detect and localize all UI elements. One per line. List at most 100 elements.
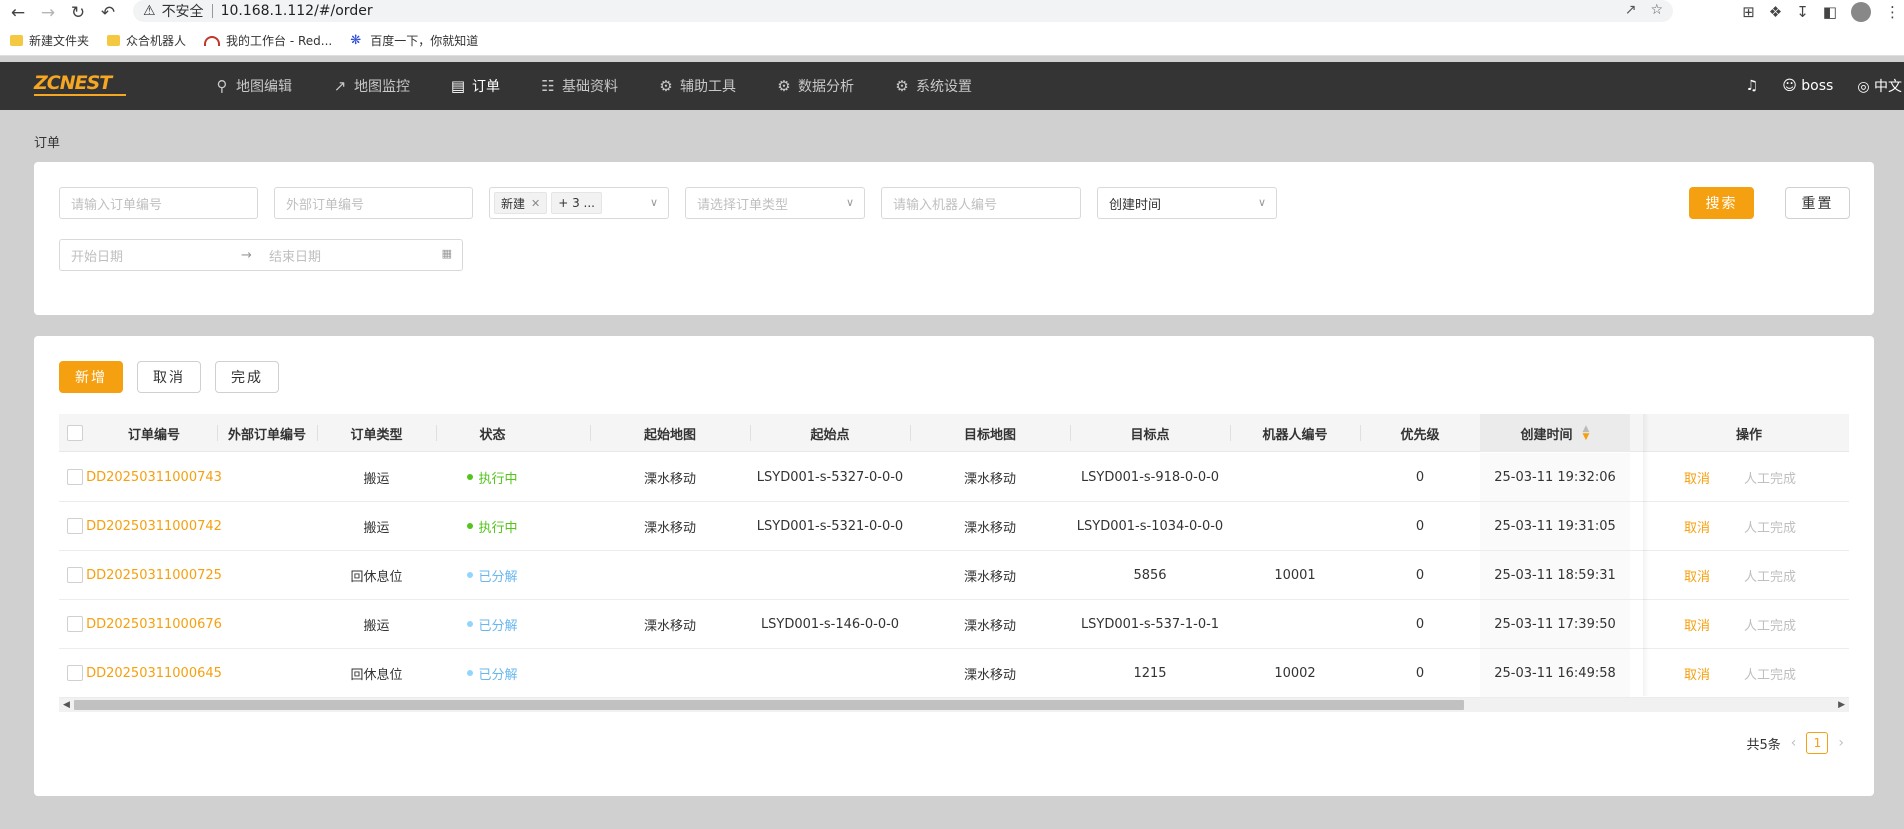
browser-toolbar: ← → ↻ ↶ ⚠ 不安全 10.168.1.112/#/order ↗ ☆ ⊞… (0, 0, 1904, 26)
row-manual-complete-link[interactable]: 人工完成 (1744, 566, 1796, 585)
back-icon[interactable]: ← (6, 1, 30, 25)
page-current[interactable]: 1 (1806, 732, 1829, 754)
cell-order-no: DD20250311000742 (86, 502, 222, 550)
order-no-input[interactable]: 请输入订单编号 (59, 187, 258, 219)
order-link[interactable]: DD20250311000676 (86, 617, 222, 632)
cell-order-type: 搬运 (363, 520, 390, 536)
start-date[interactable]: 开始日期 (71, 246, 241, 265)
gear-icon: ⚙ (777, 77, 791, 95)
close-icon[interactable]: ✕ (531, 197, 540, 210)
more-menu-icon[interactable]: ⋮ (1885, 3, 1900, 21)
sort-icon[interactable]: ▲ ▼ (1583, 425, 1590, 442)
folder-icon (10, 35, 23, 46)
bookmark-workbench[interactable]: 我的工作台 - Red... (204, 32, 332, 49)
order-link[interactable]: DD20250311000742 (86, 519, 222, 534)
col-priority: 优先级 (1400, 427, 1440, 443)
share-icon[interactable]: ↗ (1625, 2, 1637, 18)
scrollbar-thumb[interactable] (74, 700, 1464, 710)
scroll-left-icon[interactable]: ◀ (63, 698, 70, 712)
nav-settings[interactable]: ⚙ 系统设置 (894, 76, 972, 96)
cell-external-no (217, 453, 317, 501)
external-order-no-input[interactable]: 外部订单编号 (274, 187, 473, 219)
nav-base-data[interactable]: ☷ 基础资料 (540, 76, 618, 96)
extensions-icon[interactable]: ❖ (1769, 3, 1782, 21)
next-page-icon[interactable]: › (1838, 735, 1844, 751)
row-cancel-link[interactable]: 取消 (1684, 517, 1710, 536)
cell-status: 执行中 (436, 502, 549, 550)
nav-map-monitor[interactable]: ↗ 地图监控 (332, 76, 410, 96)
nav-map-edit[interactable]: ⚲ 地图编辑 (214, 76, 293, 96)
horizontal-scrollbar[interactable]: ◀ ▶ (59, 698, 1849, 712)
cell-actions: 取消 人工完成 (1649, 502, 1849, 550)
breadcrumb: 订单 (34, 136, 61, 151)
download-icon[interactable]: ↧ (1796, 3, 1809, 21)
profile-avatar[interactable] (1851, 2, 1871, 22)
bookmark-new-folder[interactable]: 新建文件夹 (10, 32, 89, 49)
row-manual-complete-link[interactable]: 人工完成 (1744, 517, 1796, 536)
forward-icon[interactable]: → (36, 1, 60, 25)
status-select[interactable]: 新建 ✕ + 3 ... ∨ (489, 187, 669, 219)
time-type-select[interactable]: 创建时间 ∨ (1097, 187, 1277, 219)
row-manual-complete-link[interactable]: 人工完成 (1744, 615, 1796, 634)
end-date[interactable]: 结束日期 (269, 246, 439, 265)
crop-icon[interactable]: ⊞ (1742, 3, 1755, 21)
sidebar-icon[interactable]: ◧ (1823, 3, 1837, 21)
address-bar[interactable]: ⚠ 不安全 10.168.1.112/#/order ↗ ☆ (133, 0, 1673, 22)
search-button[interactable]: 搜索 (1689, 187, 1754, 219)
bookmark-zhonghe[interactable]: 众合机器人 (107, 32, 186, 49)
order-type-select[interactable]: 请选择订单类型 ∨ (685, 187, 865, 219)
row-cancel-link[interactable]: 取消 (1684, 468, 1710, 487)
cell-external-no (217, 649, 317, 697)
nav-tools[interactable]: ⚙ 辅助工具 (658, 76, 736, 96)
star-icon[interactable]: ☆ (1650, 2, 1663, 18)
nav-analytics[interactable]: ⚙ 数据分析 (776, 76, 854, 96)
prev-page-icon[interactable]: ‹ (1791, 735, 1797, 751)
row-checkbox[interactable] (67, 469, 83, 485)
row-checkbox[interactable] (67, 518, 83, 534)
row-manual-complete-link[interactable]: 人工完成 (1744, 664, 1796, 683)
date-range-picker[interactable]: 开始日期 → 结束日期 ▦ (59, 239, 463, 271)
language-menu[interactable]: ◎ 中文 (1857, 76, 1902, 96)
reload-icon[interactable]: ↻ (66, 1, 90, 25)
robot-no-input[interactable]: 请输入机器人编号 (881, 187, 1081, 219)
order-link[interactable]: DD20250311000725 (86, 568, 222, 583)
logo[interactable]: ZCNEST (34, 74, 126, 96)
cell-start-map (590, 649, 750, 697)
bookmark-baidu[interactable]: ❋ 百度一下，你就知道 (350, 32, 478, 49)
cell-target-map: 溧水移动 (963, 471, 1016, 487)
row-checkbox[interactable] (67, 665, 83, 681)
cell-robot-no (1230, 453, 1360, 501)
nav-orders[interactable]: ▤ 订单 (450, 76, 500, 96)
user-menu[interactable]: ☺ boss (1782, 78, 1833, 94)
reset-button[interactable]: 重置 (1785, 187, 1850, 219)
cell-target-map: 溧水移动 (963, 618, 1016, 634)
bookmark-label: 众合机器人 (126, 34, 187, 48)
row-checkbox[interactable] (67, 567, 83, 583)
row-checkbox[interactable] (67, 616, 83, 632)
bell-icon[interactable]: ♫ (1746, 78, 1759, 94)
url-text[interactable]: 10.168.1.112/#/order (221, 3, 373, 19)
document-icon: ▤ (450, 77, 466, 95)
order-link[interactable]: DD20250311000645 (86, 666, 222, 681)
complete-button[interactable]: 完成 (215, 361, 279, 393)
cancel-button[interactable]: 取消 (137, 361, 201, 393)
cell-order-no: DD20250311000676 (86, 600, 222, 648)
cell-external-no (217, 502, 317, 550)
cell-start-point: LSYD001-s-5327-0-0-0 (756, 469, 904, 485)
order-link[interactable]: DD20250311000743 (86, 470, 222, 485)
cell-created-time: 25-03-11 19:31:05 (1480, 502, 1630, 550)
row-manual-complete-link[interactable]: 人工完成 (1744, 468, 1796, 487)
undo-icon[interactable]: ↶ (96, 1, 120, 25)
cell-start-map: 溧水移动 (643, 520, 696, 536)
row-cancel-link[interactable]: 取消 (1684, 566, 1710, 585)
scroll-right-icon[interactable]: ▶ (1838, 698, 1845, 712)
main-menu: ⚲ 地图编辑 ↗ 地图监控 ▤ 订单 ☷ 基础资料 ⚙ 辅助工具 ⚙ 数据分析 … (214, 62, 1012, 110)
nav-label: 订单 (472, 79, 500, 95)
row-cancel-link[interactable]: 取消 (1684, 615, 1710, 634)
select-all-checkbox[interactable] (67, 425, 83, 441)
cell-order-type: 搬运 (363, 618, 390, 634)
col-start-point: 起始点 (810, 427, 850, 443)
row-cancel-link[interactable]: 取消 (1684, 664, 1710, 683)
add-button[interactable]: 新增 (59, 361, 123, 393)
col-created-time[interactable]: 创建时间 ▲ ▼ (1480, 414, 1630, 452)
